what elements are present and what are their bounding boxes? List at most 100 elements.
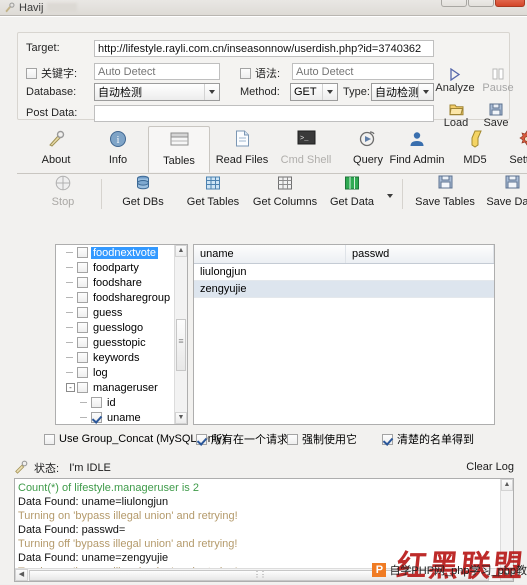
tab-setting[interactable]: Setting [499,126,527,173]
tree-node-checkbox[interactable] [77,292,88,303]
tables-tree[interactable]: foodnextvote foodparty foodshare foodshareg… [55,244,188,425]
tree-node-checkbox[interactable] [77,367,88,378]
tab-find-admin[interactable]: Find Admin [383,126,451,173]
tree-node-checkbox[interactable] [77,382,88,393]
clear-log-button[interactable]: Clear Log [466,461,514,473]
pause-button[interactable]: Pause [478,64,518,94]
maximize-button[interactable] [468,0,494,7]
pen-icon [14,460,28,477]
chevron-down-icon[interactable] [322,84,337,100]
tree-node[interactable]: foodshare [56,275,187,290]
tab-md5[interactable]: MD5 [451,126,499,173]
folder-icon [436,99,476,117]
tab-about[interactable]: About [25,126,87,173]
tab-info[interactable]: i Info [87,126,149,173]
table-row[interactable]: liulongjun [194,264,494,281]
save-tables-button[interactable]: Save Tables [409,175,481,208]
keyword-checkbox[interactable] [26,67,37,79]
get-data-dropdown[interactable] [381,189,399,201]
group-concat-checkbox[interactable] [44,433,55,445]
tab-cmd-shell[interactable]: >_ Cmd Shell [273,126,339,173]
log-hscroll-thumb[interactable] [29,570,489,581]
database-select[interactable]: 自动检测 [94,83,220,101]
scroll-thumb[interactable] [176,319,186,371]
get-dbs-button[interactable]: Get DBs [113,175,173,208]
tree-node[interactable]: uname [56,410,187,424]
log-horizontal-scrollbar[interactable]: ◀ ▶ [15,568,513,581]
stop-button[interactable]: Stop [37,175,89,208]
postdata-input[interactable] [94,105,434,122]
tree-node[interactable]: keywords [56,350,187,365]
save-data-button[interactable]: Save Data [479,175,527,208]
minimize-button[interactable] [441,0,467,7]
tab-setting-label: Setting [509,154,527,166]
option-clear-list[interactable]: 清楚的名单得到 [378,431,474,447]
keyword-input[interactable] [94,63,220,80]
save-data-label: Save Data [486,196,527,208]
tree-node-checkbox[interactable] [77,277,88,288]
options-row: Use Group_Concat (MySQL Only) 所有在一个请求。 强… [40,431,510,447]
log-vertical-scrollbar[interactable]: ▲ [500,479,513,568]
get-tables-button[interactable]: Get Tables [178,175,248,208]
clear-list-checkbox[interactable] [382,433,393,445]
tab-read-files[interactable]: Read Files [209,126,275,173]
tree-node-checkbox[interactable] [77,322,88,333]
syntax-checkbox[interactable] [240,67,251,79]
log-scroll-right-button[interactable]: ▶ [500,569,513,581]
tree-node[interactable]: guess [56,305,187,320]
analyze-button[interactable]: Analyze [435,64,475,94]
tree-node[interactable]: log [56,365,187,380]
grid-header-uname[interactable]: uname [194,245,346,263]
tree-node-checkbox[interactable] [77,352,88,363]
method-select[interactable]: GET [290,83,338,101]
get-data-button[interactable]: Get Data [322,175,382,208]
tree-node[interactable]: id [56,395,187,410]
keyword-label: 关键字: [41,68,78,80]
tree-node-checkbox[interactable] [91,397,102,408]
option-force-use[interactable]: 强制使用它 [283,431,357,447]
tree-connector [66,312,73,313]
tree-node-label: foodsharegroup [93,291,171,304]
results-grid[interactable]: uname passwd liulongjun zengyujie [193,244,495,425]
grid-header-row: uname passwd [194,245,494,264]
log-scroll-left-button[interactable]: ◀ [15,569,28,581]
log-panel[interactable]: Count(*) of lifestyle.manageruser is 2 Da… [14,478,514,582]
save-tables-label: Save Tables [415,196,475,208]
tree-node[interactable]: guesslogo [56,320,187,335]
scroll-up-button[interactable]: ▲ [175,245,187,257]
tree-node-checkbox[interactable] [91,412,102,423]
tree-node[interactable]: - manageruser [56,380,187,395]
all-in-one-request-checkbox[interactable] [196,433,207,445]
close-button[interactable] [495,0,525,7]
scroll-down-button[interactable]: ▼ [175,412,187,424]
load-button[interactable]: Load [436,99,476,129]
log-scroll-up-button[interactable]: ▲ [501,479,513,491]
tab-tables[interactable]: Tables [148,126,210,173]
grid-header-passwd[interactable]: passwd [346,245,494,263]
get-columns-button[interactable]: Get Columns [247,175,323,208]
tree-scrollbar[interactable]: ▲ ▼ [174,245,187,424]
tree-node[interactable]: guesstopic [56,335,187,350]
tree-node[interactable]: foodparty [56,260,187,275]
table-row[interactable]: zengyujie [194,281,494,298]
chevron-down-icon[interactable] [204,84,219,100]
save-button[interactable]: Save [476,99,516,129]
tree-node[interactable]: foodsharegroup [56,290,187,305]
tree-expander-icon[interactable]: - [66,383,75,392]
tree-connector [66,372,73,373]
admin-icon [383,130,451,152]
syntax-input[interactable] [292,63,434,80]
status-value: I'm IDLE [69,462,111,474]
chevron-down-icon[interactable] [418,84,433,100]
get-columns-label: Get Columns [252,196,318,208]
tree-node-checkbox[interactable] [77,307,88,318]
type-select[interactable]: 自动检测 [371,83,434,101]
status-row: 状态: I'm IDLE Clear Log [14,460,514,476]
tree-node-checkbox[interactable] [77,247,88,258]
force-use-checkbox[interactable] [287,433,298,445]
tree-node-checkbox[interactable] [77,262,88,273]
target-input[interactable] [94,40,434,57]
app-icon [5,2,15,13]
tree-node-checkbox[interactable] [77,337,88,348]
tree-node[interactable]: foodnextvote [56,245,187,260]
